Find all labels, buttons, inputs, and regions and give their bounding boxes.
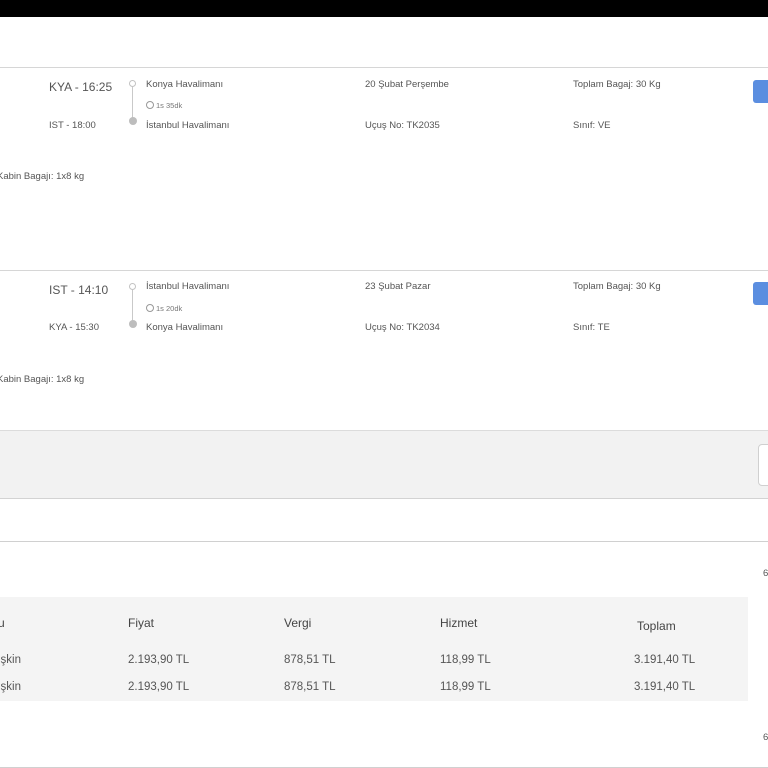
- departure-time: IST - 14:10: [49, 283, 109, 297]
- table-cell-price: 2.193,90 TL: [128, 681, 190, 693]
- route-line: [132, 87, 133, 118]
- arrival-airport: İstanbul Havalimanı: [146, 120, 230, 131]
- flight-card-return: IST - 14:10 İstanbul Havalimanı 1s 20dk …: [0, 270, 768, 431]
- table-cell-passenger: işkin: [0, 681, 22, 693]
- cabin-baggage: Kabin Bagajı: 1x8 kg: [0, 171, 85, 182]
- table-cell-tax: 878,51 TL: [284, 654, 336, 666]
- departure-airport: İstanbul Havalimanı: [146, 281, 230, 292]
- clock-icon: [146, 304, 154, 312]
- departure-marker-icon: [129, 80, 136, 87]
- table-header-passenger: u: [0, 616, 5, 630]
- select-flight-button[interactable]: [753, 80, 768, 103]
- table-cell-total: 3.191,40 TL: [634, 681, 696, 693]
- select-flight-button[interactable]: [753, 282, 768, 305]
- total-baggage: Toplam Bagaj: 30 Kg: [573, 79, 661, 90]
- total-baggage: Toplam Bagaj: 30 Kg: [573, 281, 661, 292]
- table-cell-service: 118,99 TL: [440, 681, 491, 693]
- price-table: u Fiyat Vergi Hizmet Toplam işkin 2.193,…: [0, 597, 748, 701]
- fare-class: Sınıf: VE: [573, 120, 611, 131]
- table-header-total: Toplam: [637, 619, 676, 633]
- arrival-airport: Konya Havalimanı: [146, 322, 224, 333]
- table-cell-price: 2.193,90 TL: [128, 654, 190, 666]
- table-cell-total: 3.191,40 TL: [634, 654, 696, 666]
- table-header-tax: Vergi: [284, 616, 312, 630]
- flight-number: Uçuş No: TK2034: [365, 322, 440, 333]
- flight-duration: 1s 20dk: [146, 304, 182, 313]
- summary-right-mark-top: 6: [763, 568, 768, 579]
- route-line: [132, 290, 133, 321]
- window-top-bar: [0, 0, 768, 17]
- flight-date: 23 Şubat Pazar: [365, 281, 431, 292]
- departure-marker-icon: [129, 283, 136, 290]
- flight-duration: 1s 35dk: [146, 101, 182, 110]
- table-header-service: Hizmet: [440, 616, 478, 630]
- flight-duration-text: 1s 20dk: [156, 304, 183, 313]
- flight-date: 20 Şubat Perşembe: [365, 79, 449, 90]
- departure-airport: Konya Havalimanı: [146, 79, 224, 90]
- clock-icon: [146, 101, 154, 109]
- arrival-time: IST - 18:00: [49, 120, 96, 131]
- table-cell-service: 118,99 TL: [440, 654, 491, 666]
- summary-right-mark-bottom: 6: [763, 732, 768, 743]
- fare-class: Sınıf: TE: [573, 322, 610, 333]
- table-cell-passenger: işkin: [0, 654, 22, 666]
- action-bar-control[interactable]: [758, 444, 768, 486]
- flight-duration-text: 1s 35dk: [156, 101, 183, 110]
- arrival-time: KYA - 15:30: [49, 322, 99, 333]
- arrival-marker-icon: [129, 320, 137, 328]
- departure-time: KYA - 16:25: [49, 80, 113, 94]
- arrival-marker-icon: [129, 117, 137, 125]
- table-header-price: Fiyat: [128, 616, 155, 630]
- flight-number: Uçuş No: TK2035: [365, 120, 440, 131]
- table-cell-tax: 878,51 TL: [284, 681, 336, 693]
- flight-card-outbound: KYA - 16:25 Konya Havalimanı 1s 35dk IST…: [0, 67, 768, 271]
- cabin-baggage: Kabin Bagajı: 1x8 kg: [0, 374, 85, 385]
- action-bar: [0, 430, 768, 499]
